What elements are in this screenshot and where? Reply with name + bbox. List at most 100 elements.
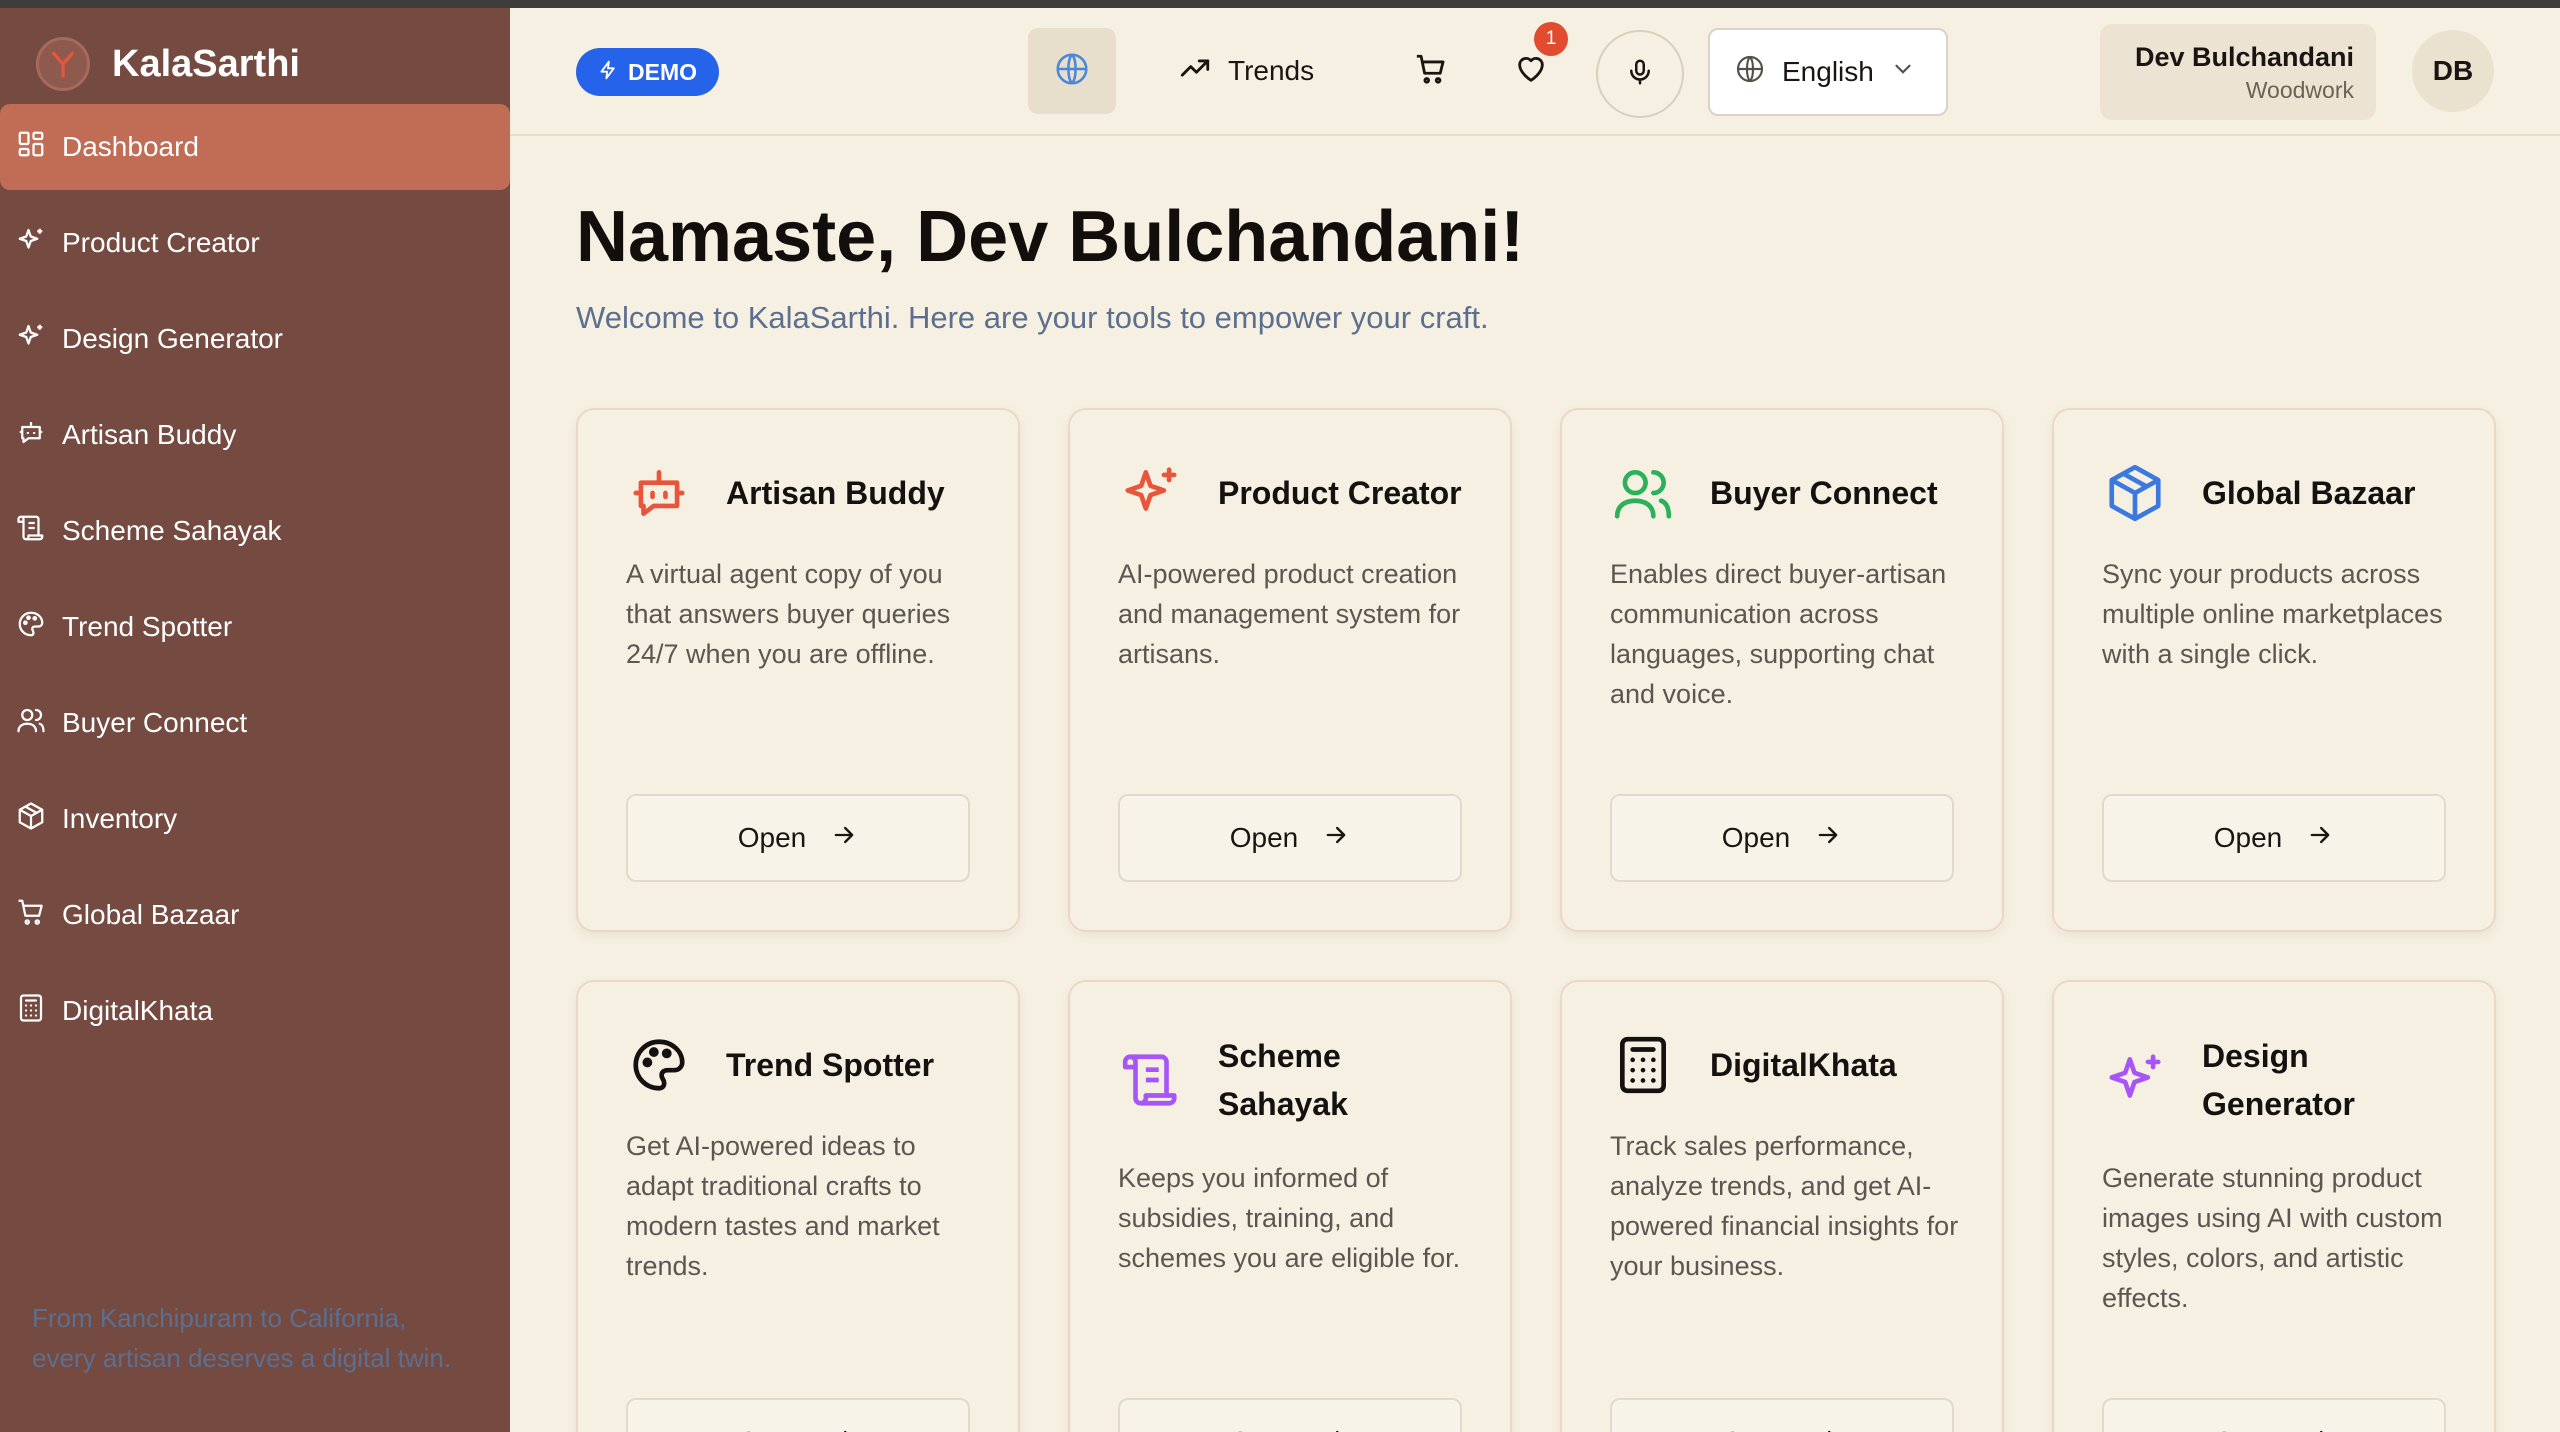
open-label: Open [2214, 1426, 2283, 1432]
sidebar-item-inventory[interactable]: Inventory [0, 776, 510, 862]
card-description: Sync your products across multiple onlin… [2102, 559, 2443, 669]
tool-card-product-creator: Product Creator AI-powered product creat… [1068, 408, 1512, 932]
card-description: Get AI-powered ideas to adapt traditiona… [626, 1131, 940, 1281]
cart-icon [1414, 52, 1448, 91]
globe-icon [1053, 50, 1091, 93]
open-label: Open [1229, 822, 1299, 853]
language-value: English [1782, 56, 1874, 87]
arrow-right-icon [2306, 821, 2334, 856]
wishlist-count-badge: 1 [1534, 22, 1568, 56]
open-label: Open [738, 1426, 807, 1432]
card-description: Keeps you informed of subsidies, trainin… [1118, 1163, 1461, 1273]
sidebar-item-product-creator[interactable]: Product Creator [0, 200, 510, 286]
open-product-creator-button[interactable]: Open [1118, 794, 1462, 882]
arrow-right-icon [1322, 821, 1350, 856]
sidebar-item-artisan-buddy[interactable]: Artisan Buddy [0, 392, 510, 478]
arrow-right-icon [1814, 1425, 1842, 1432]
arrow-right-icon [2306, 1425, 2334, 1432]
tool-card-buyer-connect: Buyer Connect Enables direct buyer-artis… [1560, 408, 2004, 932]
sidebar-item-label: Dashboard [62, 131, 199, 162]
sidebar-item-trend-spotter[interactable]: Trend Spotter [0, 584, 510, 670]
open-label: Open [2213, 822, 2283, 853]
open-label: Open [1721, 822, 1791, 853]
sidebar-item-buyer-connect[interactable]: Buyer Connect [0, 680, 510, 766]
user-role: Woodwork [2245, 77, 2354, 103]
sidebar-item-label: Global Bazaar [62, 899, 240, 930]
demo-label: DEMO [628, 58, 697, 85]
trends-label: Trends [1228, 55, 1315, 86]
tool-card-digitalkhata: DigitalKhata Track sales performance, an… [1560, 980, 2004, 1432]
scroll-icon [1118, 1047, 1184, 1113]
calculator-icon [16, 993, 46, 1030]
card-title: Global Bazaar [2202, 475, 2416, 511]
users-icon [16, 705, 46, 742]
dashboard-icon [16, 129, 46, 166]
package-icon [16, 801, 46, 838]
globe-icon [1734, 53, 1766, 92]
sidebar-item-label: Design Generator [62, 323, 284, 354]
sidebar-item-label: Inventory [62, 803, 178, 834]
cart-button[interactable] [1390, 28, 1472, 114]
package-icon [2102, 460, 2168, 526]
brand-name: KalaSarthi [112, 42, 300, 85]
card-description: Track sales performance, analyze trends,… [1610, 1131, 1959, 1281]
sidebar-item-global-bazaar[interactable]: Global Bazaar [0, 872, 510, 958]
arrow-right-icon [1814, 821, 1842, 856]
tool-card-trend-spotter: Trend Spotter Get AI-powered ideas to ad… [576, 980, 1020, 1432]
open-artisan-buddy-button[interactable]: Open [626, 794, 970, 882]
bot-message-icon [16, 417, 46, 454]
window-top-border [0, 0, 2560, 8]
bot-message-icon [626, 460, 692, 526]
card-title: Design Generator [2202, 1038, 2355, 1122]
sidebar-item-digitalkhata[interactable]: DigitalKhata [0, 968, 510, 1054]
tool-card-artisan-buddy: Artisan Buddy A virtual agent copy of yo… [576, 408, 1020, 932]
card-title: Scheme Sahayak [1218, 1038, 1348, 1122]
open-scheme-sahayak-button[interactable]: Open [1118, 1398, 1462, 1432]
sidebar-item-label: Buyer Connect [62, 707, 248, 738]
tool-card-design-generator: Design Generator Generate stunning produ… [2052, 980, 2496, 1432]
scroll-icon [16, 513, 46, 550]
language-select[interactable]: English [1708, 28, 1948, 116]
users-icon [1610, 460, 1676, 526]
globe-button[interactable] [1028, 28, 1116, 114]
page-subtitle: Welcome to KalaSarthi. Here are your too… [576, 300, 1489, 335]
mic-icon [1625, 57, 1655, 92]
open-global-bazaar-button[interactable]: Open [2102, 794, 2446, 882]
brand[interactable]: KalaSarthi [36, 34, 300, 94]
top-header: DEMO Trends 1 English Dev Bulchandani Wo… [510, 8, 2560, 136]
sidebar-item-label: DigitalKhata [62, 995, 213, 1026]
open-label: Open [737, 822, 807, 853]
sidebar-nav: Dashboard Product Creator Design Generat… [0, 104, 510, 1064]
trends-button[interactable]: Trends [1178, 28, 1314, 114]
open-buyer-connect-button[interactable]: Open [1610, 794, 1954, 882]
heart-icon [1514, 52, 1548, 91]
zap-icon [598, 59, 618, 86]
user-profile[interactable]: Dev Bulchandani Woodwork [2100, 24, 2376, 120]
page-title: Namaste, Dev Bulchandani! [576, 197, 1525, 277]
sidebar: KalaSarthi Dashboard Product Creator Des… [0, 8, 510, 1432]
avatar[interactable]: DB [2412, 30, 2494, 112]
voice-input-button[interactable] [1596, 30, 1684, 118]
tool-card-scheme-sahayak: Scheme Sahayak Keeps you informed of sub… [1068, 980, 1512, 1432]
brand-logo-icon [36, 37, 90, 91]
sparkles-icon [1118, 460, 1184, 526]
sparkles-icon [16, 225, 46, 262]
sparkles-icon [2102, 1047, 2168, 1113]
sidebar-item-scheme-sahayak[interactable]: Scheme Sahayak [0, 488, 510, 574]
calculator-icon [1610, 1032, 1676, 1098]
sidebar-item-label: Trend Spotter [62, 611, 233, 642]
sparkles-icon [16, 321, 46, 358]
open-label: Open [1230, 1426, 1299, 1432]
sidebar-item-dashboard[interactable]: Dashboard [0, 104, 510, 190]
open-digitalkhata-button[interactable]: Open [1610, 1398, 1954, 1432]
arrow-right-icon [1322, 1425, 1350, 1432]
open-trend-spotter-button[interactable]: Open [626, 1398, 970, 1432]
sidebar-item-design-generator[interactable]: Design Generator [0, 296, 510, 382]
sidebar-item-label: Product Creator [62, 227, 260, 258]
user-name: Dev Bulchandani [2134, 42, 2354, 72]
card-title: Trend Spotter [726, 1047, 935, 1083]
palette-icon [16, 609, 46, 646]
open-design-generator-button[interactable]: Open [2102, 1398, 2446, 1432]
arrow-right-icon [830, 1425, 858, 1432]
sidebar-item-label: Scheme Sahayak [62, 515, 282, 546]
